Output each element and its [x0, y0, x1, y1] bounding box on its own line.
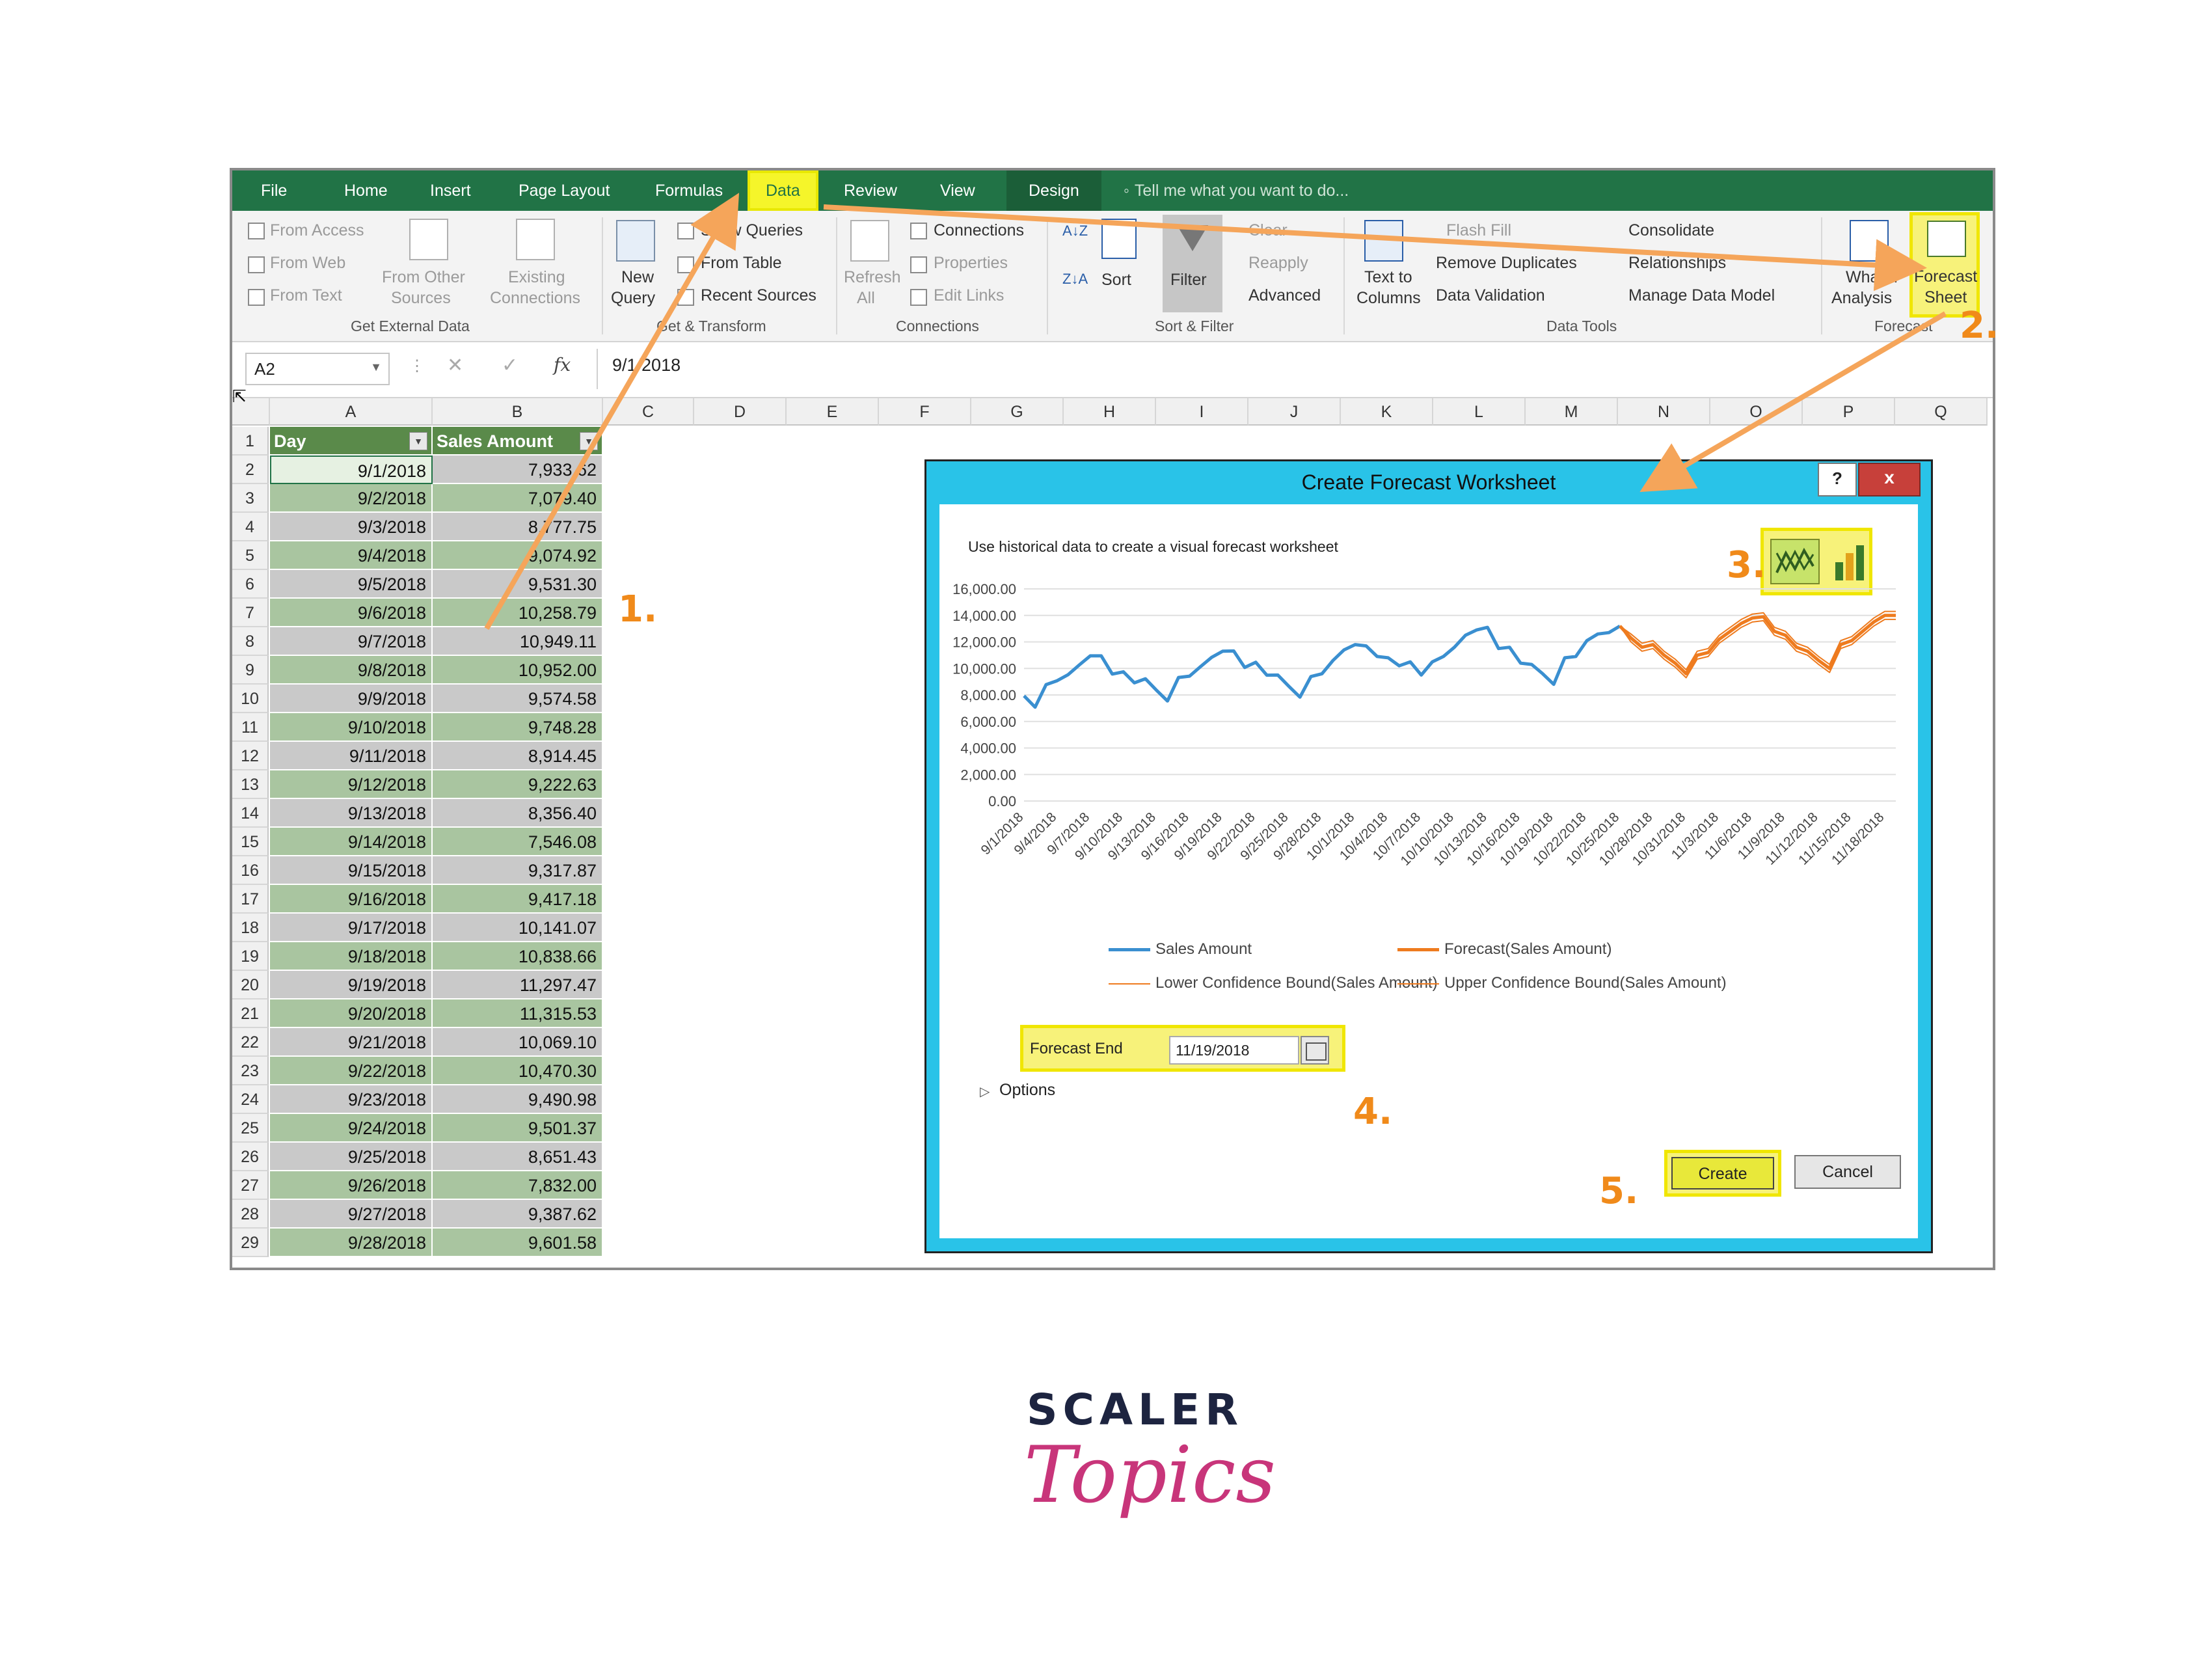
annotation-step-3: 3. [1727, 544, 1766, 586]
brand-logo-top: SCALER [1027, 1385, 1244, 1435]
annotation-step-1: 1. [618, 588, 658, 631]
arrow-to-dialog [1639, 311, 1947, 493]
annotation-step-2: 2. [1960, 305, 1999, 347]
arrow-to-forecast-sheet [823, 204, 1927, 292]
annotation-step-4: 4. [1353, 1091, 1393, 1133]
brand-logo-bottom: Topics [1024, 1430, 1276, 1521]
annotation-step-5: 5. [1599, 1170, 1639, 1212]
arrow-to-data-tab [484, 193, 740, 631]
